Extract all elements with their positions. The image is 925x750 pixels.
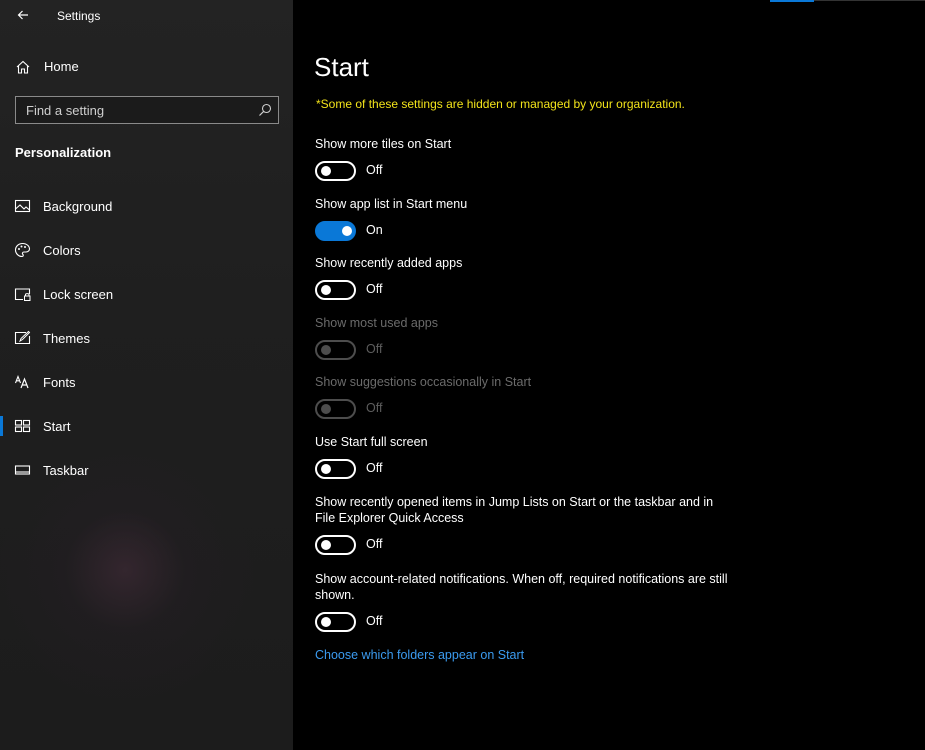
toggle-knob [321,285,331,295]
toggle-knob [321,464,331,474]
sidebar-item-lock-screen[interactable]: Lock screen [0,276,293,312]
toggle-switch[interactable] [315,161,356,181]
setting-recently-added-apps: Show recently added apps Off [315,255,735,302]
sidebar-item-fonts[interactable]: Fonts [0,364,293,400]
back-arrow-icon [17,10,28,20]
search-input[interactable] [16,97,246,123]
fonts-icon [14,374,29,389]
toggle-state-label: Off [366,614,383,628]
start-icon [14,419,31,433]
back-button[interactable] [12,4,34,26]
toggle-knob [342,226,352,236]
toggle-state-label: Off [366,401,383,415]
selection-indicator [0,416,3,436]
sidebar-item-taskbar[interactable]: Taskbar [0,452,293,488]
toggle-state-label: Off [366,537,383,551]
toggle-state-label: Off [366,461,383,475]
sidebar-item-themes[interactable]: Themes [0,320,293,356]
page-title: Start [314,52,369,82]
setting-show-suggestions: Show suggestions occasionally in Start O… [315,374,735,421]
setting-label: Show recently opened items in Jump Lists… [315,495,714,525]
setting-account-notifications: Show account-related notifications. When… [315,571,735,634]
toggle-row: Off [315,399,735,421]
setting-show-more-tiles: Show more tiles on Start Off [315,136,735,183]
toggle-row: Off [315,161,735,183]
toggle-switch[interactable] [315,459,356,479]
sidebar-item-label: Colors [43,243,81,258]
setting-most-used-apps: Show most used apps Off [315,315,735,362]
window-top-border [814,0,925,1]
toggle-switch[interactable] [315,612,356,632]
sidebar-item-label: Taskbar [43,463,89,478]
toggle-row: Off [315,459,735,481]
sidebar-item-label: Background [43,199,113,214]
toggle-switch [315,340,356,360]
setting-label: Show more tiles on Start [315,137,452,151]
taskbar-icon [14,465,31,475]
lock-screen-icon [14,288,31,301]
toggle-switch[interactable] [315,535,356,555]
title-bar: Settings [0,0,293,32]
setting-label: Use Start full screen [315,435,428,449]
toggle-switch [315,399,356,419]
setting-show-app-list: Show app list in Start menu On [315,196,735,243]
main-content: Start *Some of these settings are hidden… [293,0,925,750]
sidebar-item-start[interactable]: Start [0,408,293,444]
themes-icon [14,330,31,345]
toggle-row: On [315,221,735,243]
setting-label: Show most used apps [315,316,438,330]
toggle-row: Off [315,280,735,302]
section-title: Personalization [15,145,112,160]
toggle-knob [321,404,331,414]
app-title: Settings [57,9,101,23]
toggle-state-label: Off [366,282,383,296]
sidebar-item-label: Start [43,419,71,434]
sidebar-item-label: Home [44,59,79,74]
toggle-knob [321,166,331,176]
toggle-state-label: On [366,223,383,237]
window-accent-bar [770,0,814,2]
home-icon [16,60,30,74]
sidebar-item-label: Lock screen [43,287,114,302]
setting-label: Show app list in Start menu [315,197,468,211]
background-icon [14,199,31,213]
toggle-knob [321,345,331,355]
search-icon[interactable] [258,103,272,117]
toggle-row: Off [315,535,735,557]
toggle-row: Off [315,612,735,634]
setting-start-full-screen: Use Start full screen Off [315,434,735,481]
sidebar: Settings Home Personalization Background [0,0,293,750]
sidebar-item-colors[interactable]: Colors [0,232,293,268]
choose-folders-link[interactable]: Choose which folders appear on Start [315,648,524,662]
toggle-switch[interactable] [315,221,356,241]
setting-label: Show recently added apps [315,256,463,270]
search-box[interactable] [15,96,279,124]
toggle-state-label: Off [366,342,383,356]
toggle-knob [321,617,331,627]
toggle-knob [321,540,331,550]
sidebar-item-background[interactable]: Background [0,188,293,224]
toggle-row: Off [315,340,735,362]
sidebar-item-label: Themes [43,331,90,346]
setting-label: Show suggestions occasionally in Start [315,375,532,389]
org-managed-notice: *Some of these settings are hidden or ma… [316,97,685,111]
palette-icon [14,242,31,258]
sidebar-item-home[interactable]: Home [0,50,293,84]
sidebar-item-label: Fonts [43,375,76,390]
settings-window: Settings Home Personalization Background [0,0,925,750]
toggle-state-label: Off [366,163,383,177]
setting-jump-lists: Show recently opened items in Jump Lists… [315,494,735,557]
toggle-switch[interactable] [315,280,356,300]
setting-label: Show account-related notifications. When… [315,572,728,602]
